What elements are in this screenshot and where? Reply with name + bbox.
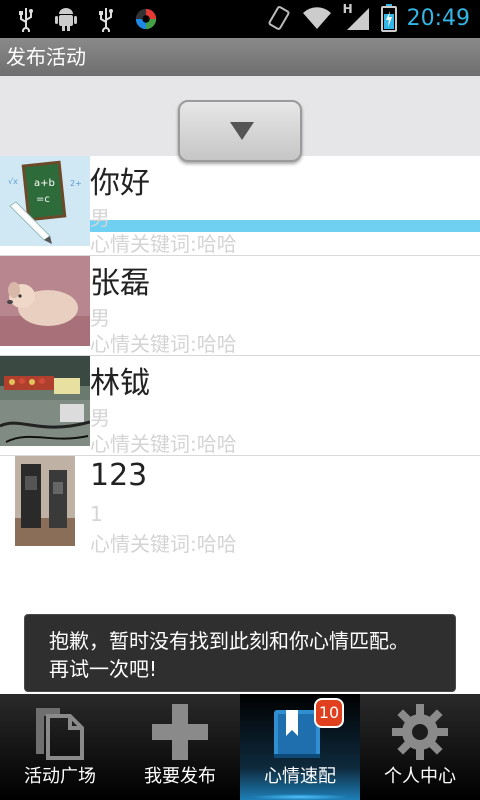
wifi-icon: [302, 7, 331, 30]
bottom-navigation: 活动广场 我要发布 10 心情速配 个人中心: [0, 694, 480, 800]
dog-avatar: [0, 256, 90, 346]
signal-icon: H: [343, 2, 371, 32]
user-gender: 男: [90, 206, 110, 230]
user-gender: 1: [90, 502, 103, 526]
rotate-icon: [268, 6, 290, 30]
list-item[interactable]: 林钺 男 心情关键词:哈哈: [0, 356, 480, 456]
android-debug-icon: [55, 8, 77, 31]
list-item[interactable]: 123 1 心情关键词:哈哈: [0, 456, 480, 556]
documents-icon: [36, 708, 84, 760]
tab-label: 我要发布: [144, 766, 216, 787]
tab-publish[interactable]: 我要发布: [120, 694, 240, 800]
user-list: a+b =c 2+ √x 你好 男 心情关键词:哈哈 张磊 男 心情关键词:哈哈…: [0, 156, 480, 556]
user-name: 你好: [90, 166, 150, 201]
mood-keywords: 心情关键词:哈哈: [90, 432, 237, 456]
toast-line-1: 抱歉，暂时没有找到此刻和你心情匹配。: [49, 629, 409, 653]
plus-icon: [152, 704, 208, 760]
mood-keywords: 心情关键词:哈哈: [90, 332, 237, 356]
pull-down-handle[interactable]: [178, 100, 302, 162]
user-name: 张磊: [90, 266, 150, 301]
devices-photo-avatar: [15, 456, 75, 546]
app-notification-icon: [135, 8, 157, 30]
status-bar: H 20:49: [0, 0, 480, 38]
tab-mood-match[interactable]: 10 心情速配: [240, 694, 360, 800]
page-title: 发布活动: [6, 45, 86, 69]
user-gender: 男: [90, 406, 110, 430]
user-name: 林钺: [90, 366, 150, 401]
gear-icon: [392, 704, 448, 760]
svg-text:√x: √x: [8, 177, 18, 186]
usb-icon: [19, 8, 33, 32]
app-bar: 发布活动: [0, 38, 480, 76]
user-name: 123: [90, 458, 148, 493]
tab-profile[interactable]: 个人中心: [360, 694, 480, 800]
tab-label: 心情速配: [264, 766, 336, 787]
list-item[interactable]: a+b =c 2+ √x 你好 男 心情关键词:哈哈: [0, 156, 480, 256]
svg-text:=c: =c: [36, 194, 50, 205]
clock: 20:49: [406, 5, 470, 31]
toast-message: 抱歉，暂时没有找到此刻和你心情匹配。 再试一次吧!: [24, 614, 456, 692]
pull-refresh-area[interactable]: [0, 76, 480, 232]
user-gender: 男: [90, 306, 110, 330]
mood-keywords: 心情关键词:哈哈: [90, 232, 237, 256]
tab-activity-square[interactable]: 活动广场: [0, 694, 120, 800]
desk-photo-avatar: [0, 356, 90, 446]
usb-icon: [99, 8, 113, 32]
notification-badge: 10: [314, 698, 344, 728]
tab-label: 个人中心: [384, 766, 456, 787]
svg-text:a+b: a+b: [34, 178, 55, 189]
list-item[interactable]: 张磊 男 心情关键词:哈哈: [0, 256, 480, 356]
arrow-down-icon: [230, 122, 254, 140]
tab-label: 活动广场: [24, 766, 96, 787]
svg-text:2+: 2+: [70, 179, 82, 188]
mood-keywords: 心情关键词:哈哈: [90, 532, 237, 556]
battery-charging-icon: [380, 4, 397, 32]
toast-line-2: 再试一次吧!: [49, 657, 158, 681]
chalkboard-avatar: a+b =c 2+ √x: [0, 156, 90, 246]
